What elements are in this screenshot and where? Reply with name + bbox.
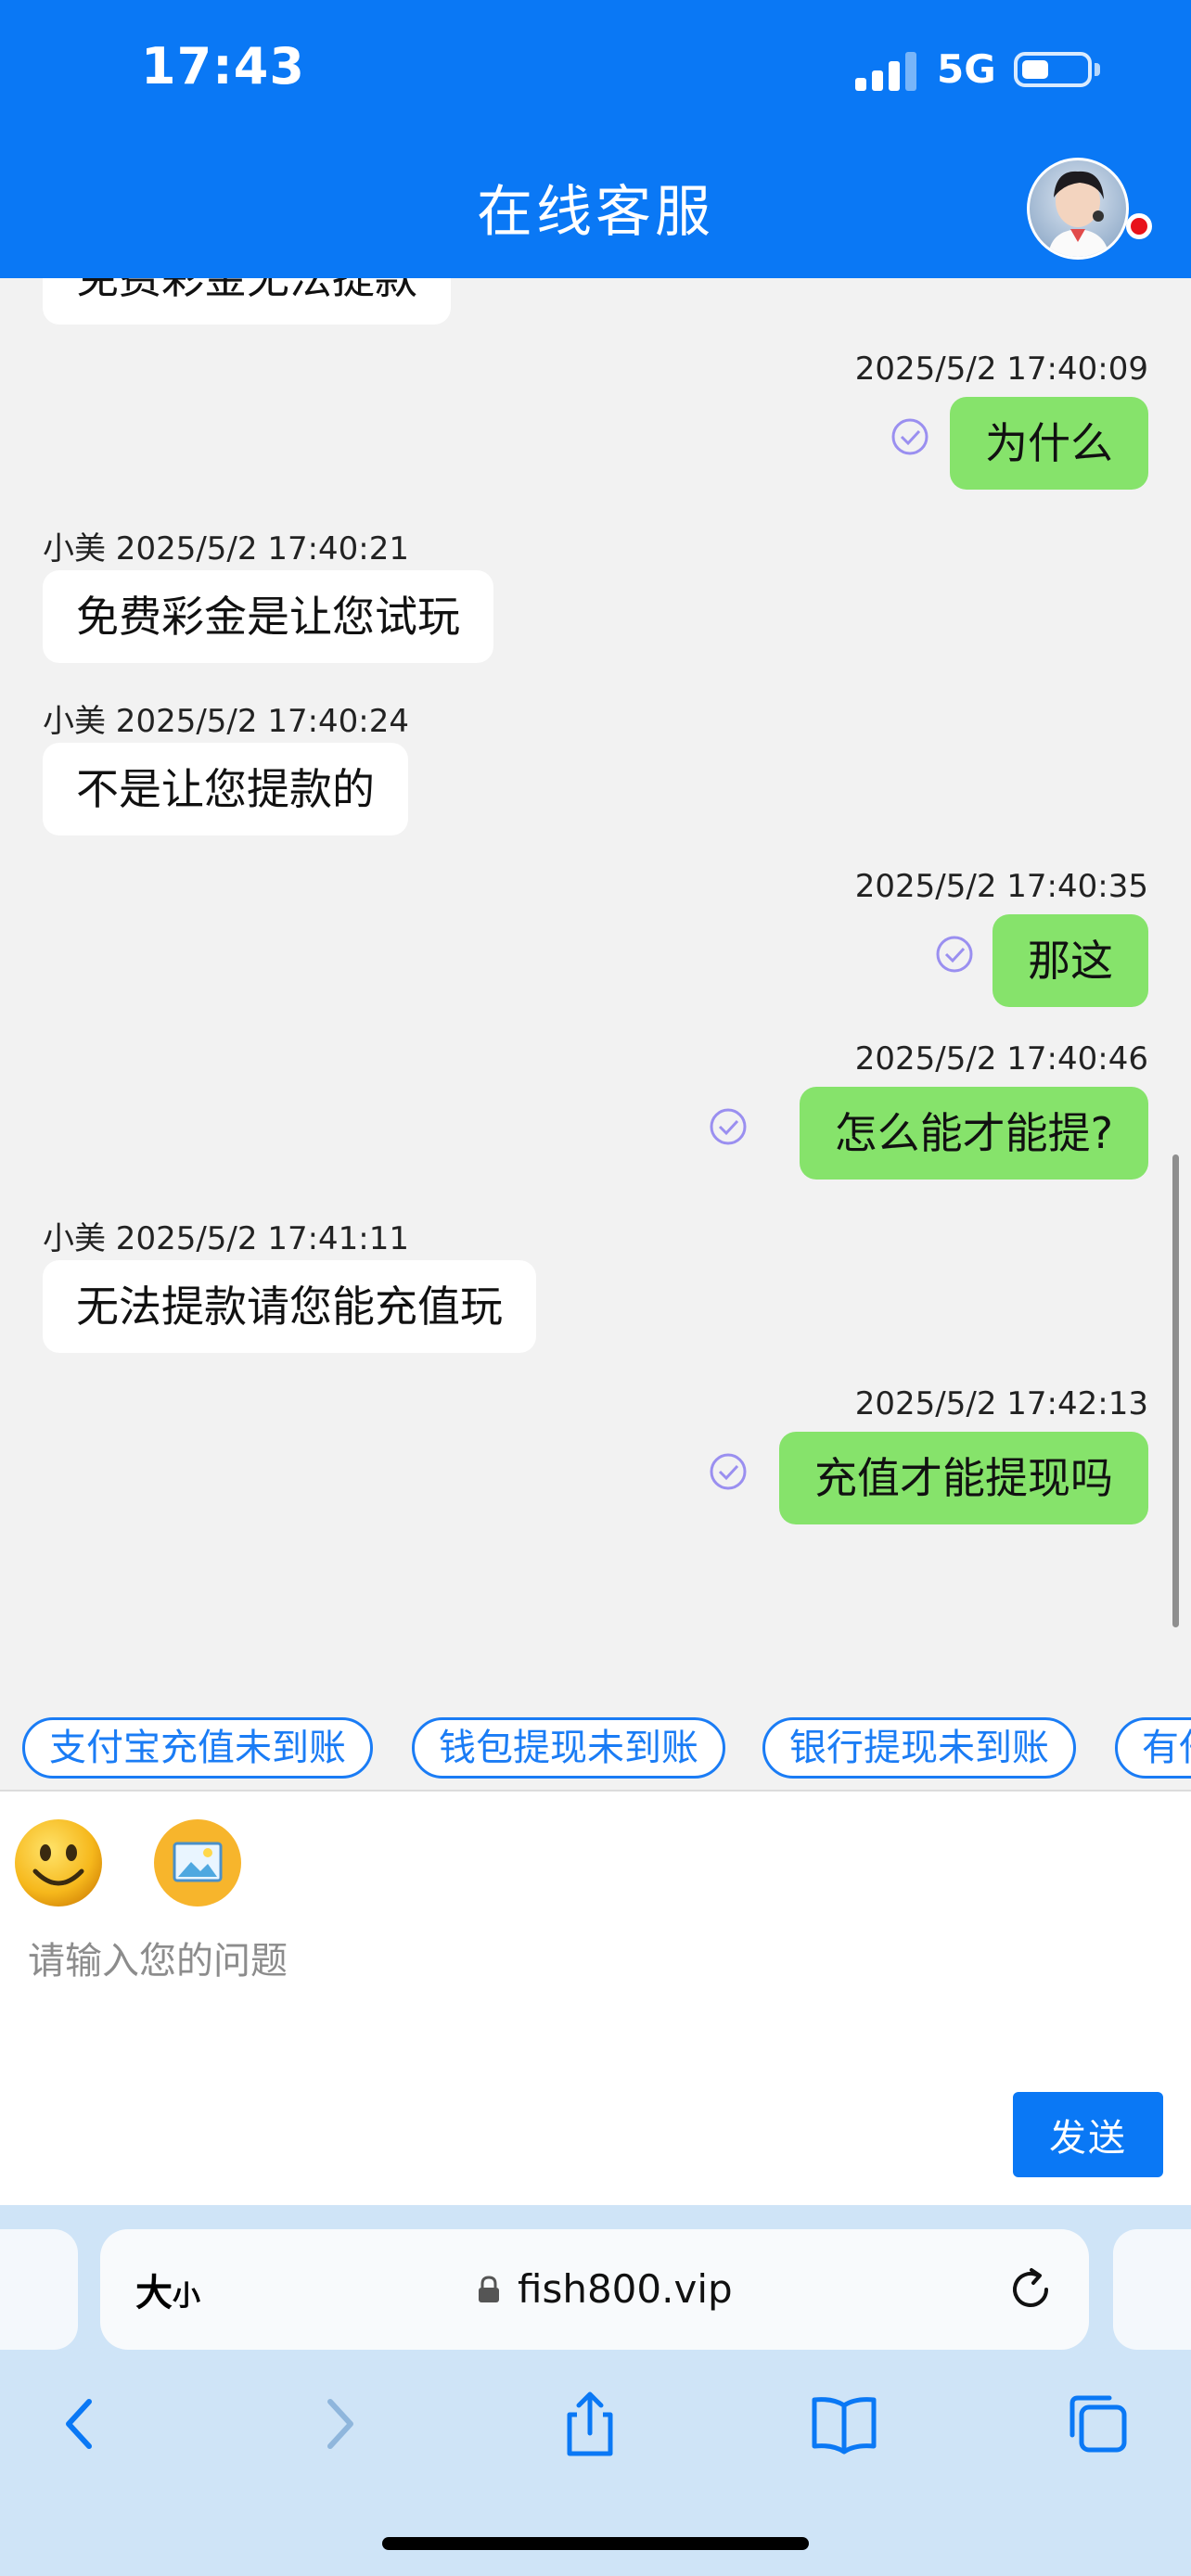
bookmarks-icon[interactable] — [807, 2387, 881, 2461]
text-size-small-label: 小 — [173, 2280, 200, 2313]
message-timestamp: 2025/5/2 17:40:35 — [854, 868, 1148, 905]
message-bubble-incoming: 免费彩金是让您试玩 — [43, 570, 493, 663]
image-upload-icon[interactable] — [152, 1817, 243, 1908]
message-timestamp: 2025/5/2 17:40:09 — [854, 351, 1148, 388]
lock-icon — [479, 2276, 499, 2302]
chat-message-list[interactable]: 免费彩金无法提款 2025/5/2 17:40:09 为什么 小美 2025/5… — [0, 278, 1191, 1697]
home-indicator — [382, 2537, 809, 2550]
message-composer: 发送 — [0, 1790, 1191, 2205]
message-timestamp: 2025/5/2 17:40:46 — [854, 1040, 1148, 1078]
send-button[interactable]: 发送 — [1013, 2092, 1163, 2177]
emoji-icon[interactable] — [13, 1817, 104, 1908]
tabs-icon[interactable] — [1061, 2387, 1135, 2461]
url-text: fish800.vip — [518, 2266, 733, 2312]
next-tab-preview[interactable] — [1113, 2229, 1191, 2350]
network-label: 5G — [937, 46, 996, 92]
read-check-icon — [891, 418, 928, 455]
message-bubble-incoming: 不是让您提款的 — [43, 743, 408, 835]
back-icon[interactable] — [43, 2387, 117, 2461]
message-bubble-outgoing: 为什么 — [950, 397, 1148, 490]
browser-toolbar: 大小 fish800.vip — [0, 2205, 1191, 2576]
quick-reply-bar[interactable]: 支付宝充值未到账 钱包提现未到账 银行提现未到账 有任 — [0, 1697, 1191, 1790]
quick-reply-chip[interactable]: 支付宝充值未到账 — [22, 1717, 373, 1779]
forward-icon[interactable] — [302, 2387, 377, 2461]
message-timestamp: 2025/5/2 17:42:13 — [854, 1385, 1148, 1422]
page-title: 在线客服 — [477, 180, 714, 245]
status-time: 17:43 — [141, 37, 305, 96]
quick-reply-chip[interactable]: 钱包提现未到账 — [412, 1717, 725, 1779]
chat-scrollbar[interactable] — [1172, 1154, 1179, 1627]
header: 17:43 5G 在线客服 — [0, 0, 1191, 278]
message-bubble-incoming: 免费彩金无法提款 — [43, 278, 451, 325]
online-status-dot — [1126, 213, 1152, 239]
address-bar[interactable]: 大小 fish800.vip — [100, 2229, 1089, 2350]
battery-tip — [1095, 63, 1100, 76]
message-bubble-outgoing: 那这 — [992, 914, 1148, 1007]
read-check-icon — [710, 1108, 747, 1145]
read-check-icon — [936, 936, 973, 973]
message-sender-timestamp: 小美 2025/5/2 17:40:21 — [43, 530, 410, 567]
share-icon[interactable] — [553, 2387, 627, 2461]
message-bubble-outgoing: 怎么能才能提? — [799, 1087, 1148, 1180]
text-size-button[interactable]: 大小 — [135, 2263, 200, 2316]
previous-tab-preview[interactable] — [0, 2229, 78, 2350]
read-check-icon — [710, 1453, 747, 1490]
battery-icon — [1014, 52, 1092, 87]
quick-reply-chip[interactable]: 银行提现未到账 — [762, 1717, 1076, 1779]
message-bubble-outgoing: 充值才能提现吗 — [779, 1432, 1148, 1524]
message-input[interactable] — [28, 1931, 1011, 2042]
message-bubble-incoming: 无法提款请您能充值玩 — [43, 1260, 536, 1353]
message-sender-timestamp: 小美 2025/5/2 17:41:11 — [43, 1220, 410, 1257]
signal-strength-icon — [855, 48, 918, 91]
agent-avatar[interactable] — [1027, 158, 1129, 260]
text-size-big-label: 大 — [135, 2272, 173, 2315]
reload-icon[interactable] — [1005, 2264, 1056, 2315]
message-sender-timestamp: 小美 2025/5/2 17:40:24 — [43, 703, 410, 740]
quick-reply-chip[interactable]: 有任 — [1115, 1717, 1191, 1779]
